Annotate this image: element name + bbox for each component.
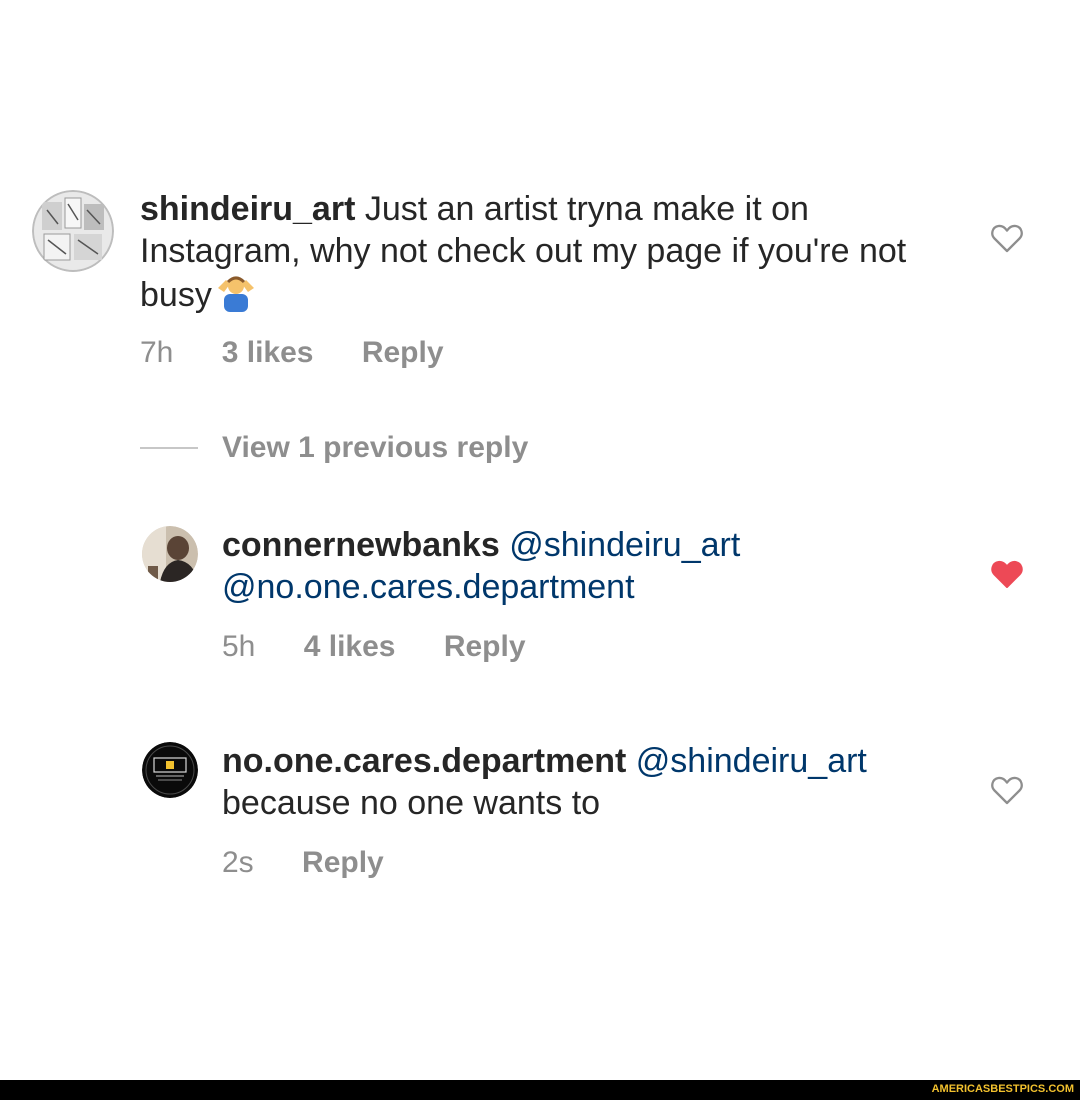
likes-count[interactable]: 3 likes	[222, 336, 314, 370]
heart-filled-icon[interactable]	[990, 558, 1024, 590]
heart-outline-icon[interactable]	[990, 774, 1024, 806]
reply-button[interactable]: Reply	[302, 846, 384, 880]
mention-link[interactable]: @no.one.cares.department	[222, 568, 635, 606]
watermark-text: AMERICASBESTPICS.COM	[931, 1083, 1074, 1095]
avatar[interactable]	[142, 526, 198, 582]
avatar[interactable]	[142, 742, 198, 798]
divider-line	[140, 447, 198, 449]
username[interactable]: shindeiru_art	[140, 190, 355, 228]
username[interactable]: connernewbanks	[222, 526, 500, 564]
avatar[interactable]	[32, 190, 114, 272]
watermark-bar: AMERICASBESTPICS.COM	[0, 1080, 1080, 1100]
view-previous-replies[interactable]: View 1 previous reply	[140, 428, 528, 468]
reply-button[interactable]: Reply	[362, 336, 444, 370]
username[interactable]: no.one.cares.department	[222, 742, 626, 780]
reply-button[interactable]: Reply	[444, 630, 526, 664]
view-replies-label[interactable]: View 1 previous reply	[222, 431, 528, 465]
comment-time: 7h	[140, 336, 174, 369]
person-shrugging-emoji-icon	[214, 272, 258, 322]
comment-time: 2s	[222, 846, 254, 879]
likes-count[interactable]: 4 likes	[304, 630, 396, 664]
heart-outline-icon[interactable]	[990, 222, 1024, 254]
comment-text: because no one wants to	[222, 784, 601, 822]
mention-link[interactable]: @shindeiru_art	[509, 526, 740, 564]
comment-time: 5h	[222, 630, 256, 663]
mention-link[interactable]: @shindeiru_art	[636, 742, 867, 780]
